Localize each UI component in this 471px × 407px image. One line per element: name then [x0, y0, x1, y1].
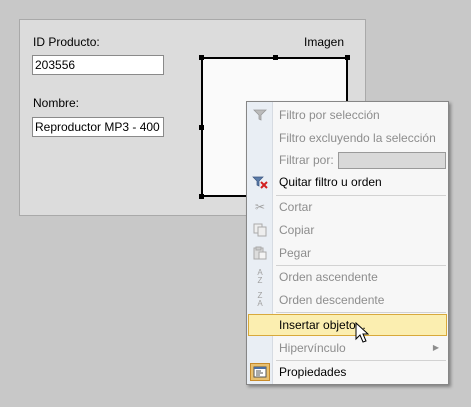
menu-item-label: Quitar filtro u orden — [279, 175, 382, 189]
scissors-icon: ✂ — [254, 200, 266, 214]
menu-item-label: Orden descendente — [279, 293, 385, 307]
nombre-field[interactable]: Reproductor MP3 - 400 — [32, 117, 164, 137]
filter-selection-icon — [250, 106, 270, 124]
menu-item-hipervinculo[interactable]: Hipervínculo ▶ — [248, 337, 447, 359]
menu-item-filtro-seleccion[interactable]: Filtro por selección — [248, 104, 447, 126]
menu-item-cortar[interactable]: ✂ Cortar — [248, 196, 447, 218]
menu-item-label: Hipervínculo — [279, 341, 346, 355]
menu-item-label: Propiedades — [279, 365, 347, 379]
menu-item-pegar[interactable]: Pegar — [248, 242, 447, 264]
id-producto-field[interactable]: 203556 — [32, 55, 164, 75]
menu-item-filtro-excluyendo[interactable]: Filtro excluyendo la selección — [248, 127, 447, 149]
menu-item-label: Copiar — [279, 223, 315, 237]
imagen-label: Imagen — [304, 35, 345, 49]
menu-item-label: Insertar objeto... — [279, 318, 366, 332]
resize-handle[interactable] — [199, 194, 204, 199]
menu-item-label: Filtro excluyendo la selección — [279, 131, 436, 145]
menu-item-label: Filtro por selección — [279, 108, 380, 122]
menu-item-orden-ascendente[interactable]: AZ Orden ascendente — [248, 266, 447, 288]
id-producto-label: ID Producto: — [33, 35, 100, 49]
properties-icon — [250, 363, 270, 381]
context-menu: Filtro por selección Filtro excluyendo l… — [246, 101, 449, 385]
menu-item-orden-descendente[interactable]: ZA Orden descendente — [248, 289, 447, 311]
resize-handle[interactable] — [199, 125, 204, 130]
nombre-label: Nombre: — [33, 96, 80, 110]
filtrar-por-input[interactable] — [338, 152, 446, 169]
paste-icon — [250, 244, 270, 262]
submenu-arrow-icon: ▶ — [432, 343, 439, 352]
mouse-cursor-icon — [355, 322, 369, 343]
menu-item-insertar-objeto[interactable]: Insertar objeto... — [248, 314, 447, 336]
menu-item-label: Filtrar por: — [279, 153, 334, 167]
menu-separator — [276, 312, 446, 313]
menu-item-label: Cortar — [279, 200, 313, 214]
resize-handle[interactable] — [199, 55, 204, 60]
menu-item-label: Pegar — [279, 246, 312, 260]
menu-item-label: Orden ascendente — [279, 270, 378, 284]
menu-item-filtrar-por[interactable]: Filtrar por: — [248, 149, 447, 171]
menu-item-propiedades[interactable]: Propiedades — [248, 361, 447, 383]
copy-icon — [250, 221, 270, 239]
remove-filter-icon — [250, 173, 270, 191]
menu-item-copiar[interactable]: Copiar — [248, 219, 447, 241]
resize-handle[interactable] — [345, 55, 350, 60]
menu-item-quitar-filtro[interactable]: Quitar filtro u orden — [248, 171, 447, 193]
resize-handle[interactable] — [273, 55, 278, 60]
sort-ascending-icon: AZ — [257, 268, 263, 285]
sort-descending-icon: ZA — [257, 291, 263, 308]
